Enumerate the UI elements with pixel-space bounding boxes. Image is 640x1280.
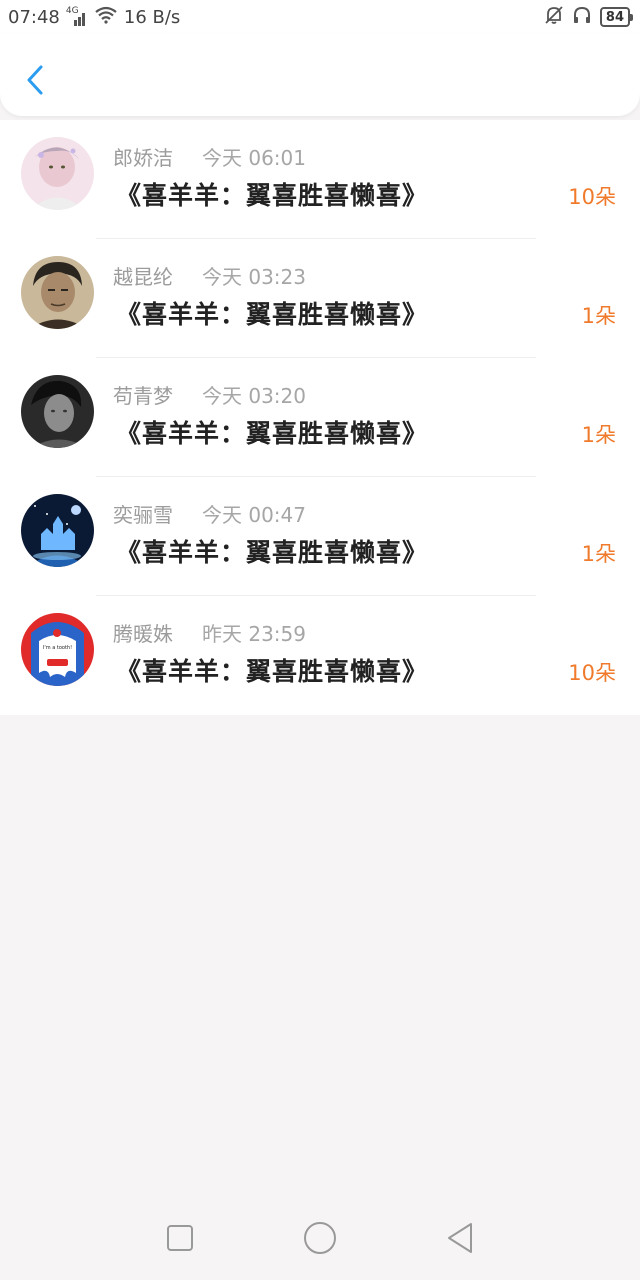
sender-name: 奕骊雪 bbox=[113, 503, 173, 527]
gift-title: 《喜羊羊：翼喜胜喜懒喜》 bbox=[116, 538, 429, 567]
gift-title: 《喜羊羊：翼喜胜喜懒喜》 bbox=[116, 657, 429, 686]
chevron-left-icon bbox=[27, 65, 43, 95]
gift-title: 《喜羊羊：翼喜胜喜懒喜》 bbox=[116, 300, 429, 329]
headphones-icon bbox=[572, 5, 592, 30]
gift-count: 1朵 bbox=[581, 542, 616, 566]
sender-name: 越昆纶 bbox=[113, 265, 173, 289]
battery-icon: 84 bbox=[599, 7, 634, 27]
avatar bbox=[21, 375, 94, 448]
system-back-button[interactable] bbox=[440, 1218, 480, 1258]
bell-muted-icon bbox=[544, 5, 564, 30]
gift-time: 今天 06:01 bbox=[202, 146, 306, 170]
wifi-icon bbox=[94, 6, 118, 29]
triangle-back-icon bbox=[448, 1223, 472, 1253]
status-bar: 07:48 4G 16 B/s 84 bbox=[0, 0, 640, 34]
avatar bbox=[21, 256, 94, 329]
circle-icon bbox=[304, 1222, 336, 1254]
gift-count: 1朵 bbox=[581, 423, 616, 447]
square-icon bbox=[167, 1225, 193, 1251]
list-item[interactable]: I'm a tooth! 腾暖姝 昨天 23:59 《喜羊羊：翼喜胜喜懒喜》 1… bbox=[0, 596, 640, 715]
avatar bbox=[21, 494, 94, 567]
sender-name: 郎娇洁 bbox=[113, 146, 173, 170]
signal-icon: 4G bbox=[65, 6, 88, 26]
status-right: 84 bbox=[544, 5, 634, 30]
system-nav-bar bbox=[0, 1196, 640, 1280]
gift-count: 1朵 bbox=[581, 304, 616, 328]
gift-title: 《喜羊羊：翼喜胜喜懒喜》 bbox=[116, 181, 429, 210]
gift-time: 今天 03:23 bbox=[202, 265, 306, 289]
gift-list: 郎娇洁 今天 06:01 《喜羊羊：翼喜胜喜懒喜》 10朵 越昆纶 今天 03:… bbox=[0, 120, 640, 715]
status-left: 07:48 4G 16 B/s bbox=[8, 6, 180, 29]
network-speed: 16 B/s bbox=[123, 6, 181, 28]
gift-time: 今天 00:47 bbox=[202, 503, 306, 527]
avatar bbox=[21, 137, 94, 210]
gift-count: 10朵 bbox=[568, 661, 616, 685]
home-button[interactable] bbox=[300, 1218, 340, 1258]
gift-time: 今天 03:20 bbox=[202, 384, 306, 408]
battery-level: 84 bbox=[605, 9, 624, 25]
gift-count: 10朵 bbox=[568, 185, 616, 209]
avatar: I'm a tooth! bbox=[21, 613, 94, 686]
network-type: 4G bbox=[65, 6, 79, 16]
gift-title: 《喜羊羊：翼喜胜喜懒喜》 bbox=[116, 419, 429, 448]
list-item[interactable]: 越昆纶 今天 03:23 《喜羊羊：翼喜胜喜懒喜》 1朵 bbox=[0, 239, 640, 358]
list-item[interactable]: 郎娇洁 今天 06:01 《喜羊羊：翼喜胜喜懒喜》 10朵 bbox=[0, 120, 640, 239]
list-item[interactable]: 苟青梦 今天 03:20 《喜羊羊：翼喜胜喜懒喜》 1朵 bbox=[0, 358, 640, 477]
sender-name: 苟青梦 bbox=[113, 384, 173, 408]
recent-apps-button[interactable] bbox=[160, 1218, 200, 1258]
status-time: 07:48 bbox=[8, 6, 60, 28]
back-button[interactable] bbox=[20, 60, 50, 100]
sender-name: 腾暖姝 bbox=[113, 622, 173, 646]
avatar-badge-text: I'm a tooth! bbox=[43, 645, 72, 651]
page-header bbox=[0, 34, 640, 116]
list-item[interactable]: 奕骊雪 今天 00:47 《喜羊羊：翼喜胜喜懒喜》 1朵 bbox=[0, 477, 640, 596]
gift-time: 昨天 23:59 bbox=[202, 622, 306, 646]
